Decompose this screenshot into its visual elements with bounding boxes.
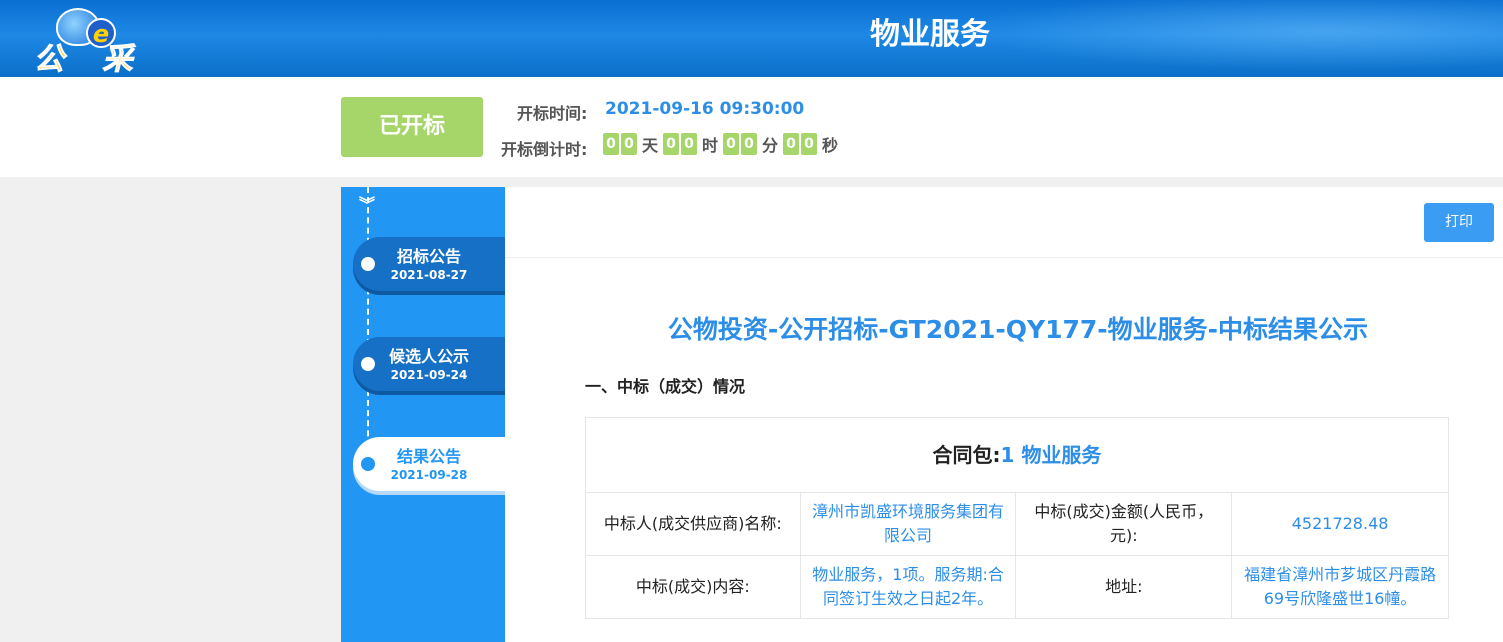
hours-digit: 0 bbox=[663, 133, 680, 155]
package-number: 1 bbox=[1000, 443, 1015, 467]
countdown-timer: 0 0 天 0 0 时 0 0 分 0 0 秒 bbox=[603, 132, 843, 156]
table-row: 中标(成交)内容: 物业服务，1项。服务期:合同签订生效之日起2年。 地址: 福… bbox=[585, 555, 1449, 619]
table-row: 中标人(成交供应商)名称: 漳州市凯盛环境服务集团有限公司 中标(成交)金额(人… bbox=[585, 492, 1449, 556]
content-label: 中标(成交)内容: bbox=[585, 555, 801, 619]
result-table: 合同包:1 物业服务 中标人(成交供应商)名称: 漳州市凯盛环境服务集团有限公司… bbox=[585, 417, 1449, 619]
site-logo[interactable]: e 公 采 bbox=[33, 8, 149, 77]
countdown-label: 开标倒计时: bbox=[501, 140, 588, 159]
timeline-item-title: 候选人公示 bbox=[388, 347, 469, 366]
package-prefix: 合同包: bbox=[932, 443, 1001, 467]
timeline-item-date: 2021-09-24 bbox=[390, 368, 468, 382]
page-title: 物业服务 bbox=[870, 17, 990, 52]
amount-value: 4521728.48 bbox=[1231, 492, 1449, 556]
announcement-timeline: ︾ 招标公告 2021-08-27 候选人公示 2021-09-24 结果公告 … bbox=[341, 187, 505, 642]
address-label: 地址: bbox=[1015, 555, 1233, 619]
open-time-value: 2021-09-16 09:30:00 bbox=[605, 99, 805, 119]
double-chevron-down-icon: ︾ bbox=[359, 195, 376, 214]
timeline-line bbox=[367, 187, 369, 477]
days-digit: 0 bbox=[603, 133, 619, 155]
minutes-unit: 分 bbox=[762, 136, 779, 155]
timeline-item-tender-notice[interactable]: 招标公告 2021-08-27 bbox=[353, 237, 505, 291]
minutes-digit: 0 bbox=[741, 133, 758, 155]
timeline-item-date: 2021-09-28 bbox=[390, 468, 468, 482]
print-button[interactable]: 打印 bbox=[1424, 203, 1494, 242]
logo-text: 公 采 bbox=[33, 42, 147, 78]
section-heading: 一、中标（成交）情况 bbox=[585, 377, 746, 396]
timeline-item-date: 2021-08-27 bbox=[390, 268, 468, 282]
days-unit: 天 bbox=[642, 136, 659, 155]
days-digit: 0 bbox=[621, 133, 637, 155]
amount-label: 中标(成交)金额(人民币，元): bbox=[1015, 492, 1233, 556]
package-cell: 合同包:1 物业服务 bbox=[585, 417, 1449, 493]
winner-value: 漳州市凯盛环境服务集团有限公司 bbox=[799, 492, 1017, 556]
bid-status-bar: 已开标 开标时间: 2021-09-16 09:30:00 开标倒计时: 0 0… bbox=[0, 77, 1503, 177]
open-time-label: 开标时间: bbox=[517, 104, 588, 123]
timeline-item-title: 招标公告 bbox=[396, 247, 461, 266]
notice-title: 公物投资-公开招标-GT2021-QY177-物业服务-中标结果公示 bbox=[667, 315, 1369, 344]
content-toolbar: 打印 bbox=[505, 187, 1503, 258]
minutes-digit: 0 bbox=[723, 133, 740, 155]
top-banner: e 公 采 物业服务 bbox=[0, 0, 1503, 77]
package-row: 合同包:1 物业服务 bbox=[585, 417, 1449, 493]
winner-label: 中标人(成交供应商)名称: bbox=[585, 492, 801, 556]
hours-digit: 0 bbox=[681, 133, 698, 155]
address-value: 福建省漳州市芗城区丹霞路69号欣隆盛世16幢。 bbox=[1231, 555, 1449, 619]
seconds-digit: 0 bbox=[801, 133, 818, 155]
notice-content: 打印 公物投资-公开招标-GT2021-QY177-物业服务-中标结果公示 一、… bbox=[505, 187, 1503, 642]
hours-unit: 时 bbox=[702, 136, 719, 155]
content-value: 物业服务，1项。服务期:合同签订生效之日起2年。 bbox=[799, 555, 1017, 619]
package-name: 物业服务 bbox=[1021, 443, 1102, 467]
status-badge: 已开标 bbox=[341, 97, 483, 157]
timeline-item-result-notice[interactable]: 结果公告 2021-09-28 bbox=[353, 437, 505, 491]
timeline-item-candidate-notice[interactable]: 候选人公示 2021-09-24 bbox=[353, 337, 505, 391]
seconds-unit: 秒 bbox=[822, 136, 839, 155]
timeline-item-title: 结果公告 bbox=[396, 447, 461, 466]
seconds-digit: 0 bbox=[783, 133, 800, 155]
